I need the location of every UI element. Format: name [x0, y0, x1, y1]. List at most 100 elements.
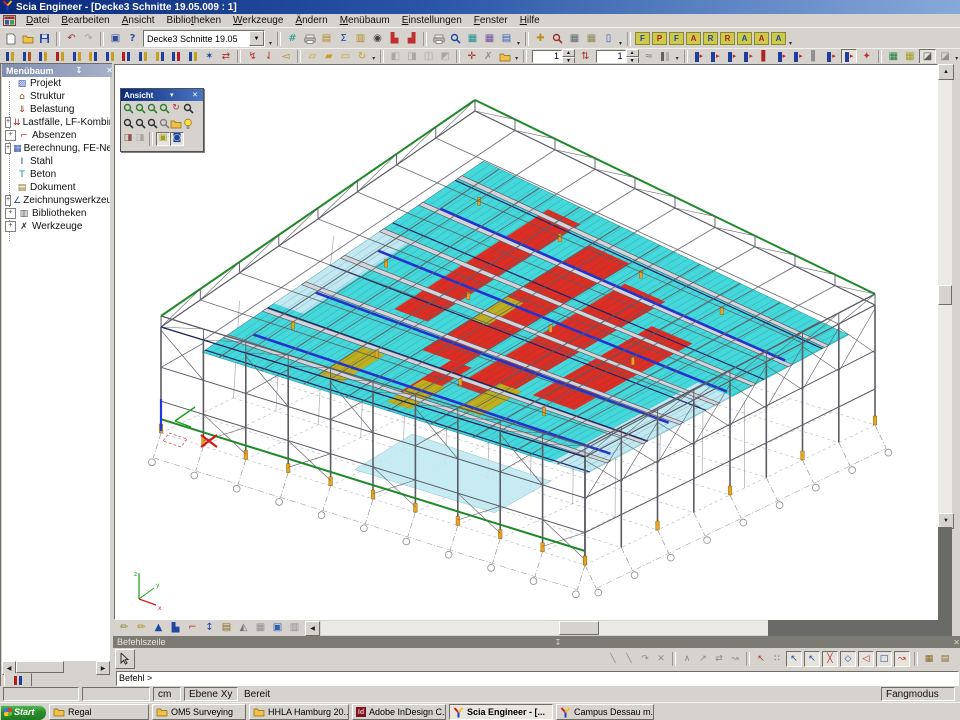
view-axo-4[interactable]: A — [771, 32, 786, 45]
spin-up-icon[interactable]: ▲ — [626, 49, 639, 57]
paperspace-gallery-icon[interactable]: ▦ — [482, 32, 497, 45]
table-input-icon[interactable]: ▦ — [567, 32, 582, 45]
start-button[interactable]: Start — [1, 705, 46, 720]
document-window-icon[interactable] — [3, 15, 17, 26]
light-toggle[interactable] — [182, 118, 194, 130]
view-front[interactable]: F — [635, 32, 650, 45]
zoom-out-icon[interactable] — [122, 118, 134, 130]
wire-toggle-icon[interactable]: ▣ — [156, 132, 170, 146]
nonlinear-combi[interactable]: ▸ — [791, 50, 806, 63]
snap-cursor-icon[interactable]: ↖ — [754, 652, 768, 666]
sidebar-item-zeichnungswerkzeuge[interactable]: +∠Zeichnungswerkzeuge — [2, 194, 110, 207]
command-line-header[interactable]: Befehlszeile ↧ ✕ — [113, 636, 960, 648]
chevron-down-icon[interactable]: ▾ — [168, 91, 176, 99]
print-view-icon[interactable]: ◨ — [122, 133, 134, 145]
expand-icon[interactable]: + — [5, 208, 16, 219]
cancel-tool-icon[interactable]: ✗ — [481, 50, 496, 63]
stability-combi-icon[interactable]: ▌ — [808, 50, 823, 63]
close-tool-icon[interactable]: ✕ — [654, 652, 668, 666]
rotate-icon[interactable]: ↻ — [355, 50, 370, 63]
status-plane[interactable]: Ebene Xy — [184, 687, 238, 701]
view-selector-combo[interactable]: Decke3 Schnitte 19.05▼ — [143, 30, 265, 47]
member-doc-icon[interactable]: ▯ — [601, 32, 616, 45]
results-grid-icon[interactable]: ▦ — [886, 50, 901, 63]
toolbar-overflow-icon[interactable]: ▾ — [953, 55, 960, 62]
status-unit[interactable]: cm — [153, 687, 181, 701]
command-input[interactable] — [116, 671, 959, 686]
display-table-2-icon[interactable]: ▥ — [287, 622, 302, 635]
mass-combi[interactable]: ▸ — [841, 49, 858, 64]
load-group[interactable]: ▸ — [741, 50, 756, 63]
redo-icon[interactable]: ↷ — [81, 32, 96, 45]
sidebar-item-projekt[interactable]: ▨Projekt — [2, 77, 110, 90]
add-truss[interactable] — [86, 50, 101, 63]
curve-tool-icon[interactable]: ↝ — [728, 652, 742, 666]
toolbar-overflow-icon[interactable]: ▾ — [617, 40, 624, 47]
dot-grid-icon[interactable]: ▦ — [922, 652, 936, 666]
view-plan[interactable]: P — [652, 32, 667, 45]
sidebar-item-belastung[interactable]: ⇓Belastung — [2, 103, 110, 116]
view-axo[interactable]: A — [686, 32, 701, 45]
polyline-tool-icon[interactable]: ╲ — [622, 652, 636, 666]
help-icon[interactable]: ? — [125, 32, 140, 45]
menu-ansicht[interactable]: Ansicht — [116, 15, 161, 26]
engineering-report-icon[interactable]: ◪ — [938, 50, 953, 63]
seismic-spectrum-icon[interactable]: ✦ — [859, 50, 874, 63]
cross-sections-icon[interactable]: # — [285, 32, 300, 45]
task-hhla-hamburg-20-[interactable]: HHLA Hamburg 20... — [249, 704, 349, 720]
load-class[interactable]: ▸ — [774, 50, 789, 63]
document-icon[interactable]: ▤ — [499, 32, 514, 45]
menu-bearbeiten[interactable]: Bearbeiten — [55, 15, 115, 26]
task-adobe-indesign-c-[interactable]: IdAdobe InDesign C... — [352, 704, 446, 720]
snap-grid-icon[interactable]: ∷ — [770, 652, 784, 666]
results-doc-icon[interactable]: ▦ — [903, 50, 918, 63]
display-table-icon[interactable]: ▣ — [270, 622, 285, 635]
menu--ndern[interactable]: Ändern — [289, 15, 333, 26]
sidebar-item-beton[interactable]: TBeton — [2, 168, 110, 181]
expand-icon[interactable]: + — [5, 143, 11, 154]
add-plate[interactable] — [53, 50, 68, 63]
zoom-page-icon[interactable] — [158, 118, 170, 130]
snap-intersection-icon[interactable]: ╳ — [822, 651, 838, 667]
close-icon[interactable]: ✕ — [950, 638, 960, 647]
view-folder[interactable] — [170, 118, 182, 130]
mirror-icon[interactable]: ▭ — [338, 50, 353, 63]
sidebar-item-bibliotheken[interactable]: +▥Bibliotheken — [2, 207, 110, 220]
menu-bibliotheken[interactable]: Bibliotheken — [161, 15, 228, 26]
menu-tree-header[interactable]: Menübaum ↧ ✕ — [2, 64, 115, 77]
load-case-2[interactable]: ▸ — [708, 50, 723, 63]
tools-folder[interactable] — [498, 50, 513, 63]
save-project[interactable] — [37, 32, 52, 45]
trim-tool-icon[interactable]: ⇄ — [712, 652, 726, 666]
view-front-2[interactable]: F — [669, 32, 684, 45]
sidebar-item-lastfälle-lf-kombinatior[interactable]: +⇊Lastfälle, LF-Kombinatior — [2, 116, 110, 129]
spinner-value[interactable]: 1 — [532, 50, 562, 63]
snap-mode-button[interactable]: Fangmodus — [881, 687, 955, 701]
scrollbar-thumb[interactable] — [16, 661, 64, 673]
snap-midpoint-icon[interactable]: ↖ — [804, 651, 820, 667]
print-data[interactable] — [302, 32, 317, 45]
section-view-b-icon[interactable]: ▟ — [404, 32, 419, 45]
render-toggle-icon[interactable]: ◙ — [170, 132, 184, 146]
rigid-arm-icon[interactable]: ◅ — [278, 50, 293, 63]
extend-tool-icon[interactable]: ↗ — [696, 652, 710, 666]
model-canvas[interactable]: zyx — [114, 64, 938, 620]
spinner-value[interactable]: 1 — [596, 50, 626, 63]
toolbar-overflow-icon[interactable]: ▾ — [267, 40, 274, 47]
expand-icon[interactable]: + — [5, 221, 16, 232]
load-case-1[interactable]: ▸ — [692, 50, 707, 63]
toolbar-overflow-icon[interactable]: ▾ — [513, 55, 520, 62]
toolbar-overflow-icon[interactable]: ▾ — [370, 55, 377, 62]
modify-1-icon[interactable]: ◧ — [388, 50, 403, 63]
toolbar-overflow-icon[interactable]: ▾ — [515, 40, 522, 47]
add-slab[interactable] — [119, 50, 134, 63]
zoom-selection-icon[interactable] — [146, 118, 158, 130]
horizontal-scrollbar[interactable] — [321, 621, 817, 635]
mass-donut-icon[interactable]: ◉ — [370, 32, 385, 45]
table-results-icon[interactable]: ▦ — [584, 32, 599, 45]
spin-up-icon[interactable]: ▲ — [562, 49, 575, 57]
zoom-decrease-icon[interactable] — [134, 103, 146, 115]
view-axo-3[interactable]: A — [754, 32, 769, 45]
menu-datei[interactable]: Datei — [20, 15, 55, 26]
sidebar-item-berechnung-fe-netz[interactable]: +▦Berechnung, FE-Netz — [2, 142, 110, 155]
